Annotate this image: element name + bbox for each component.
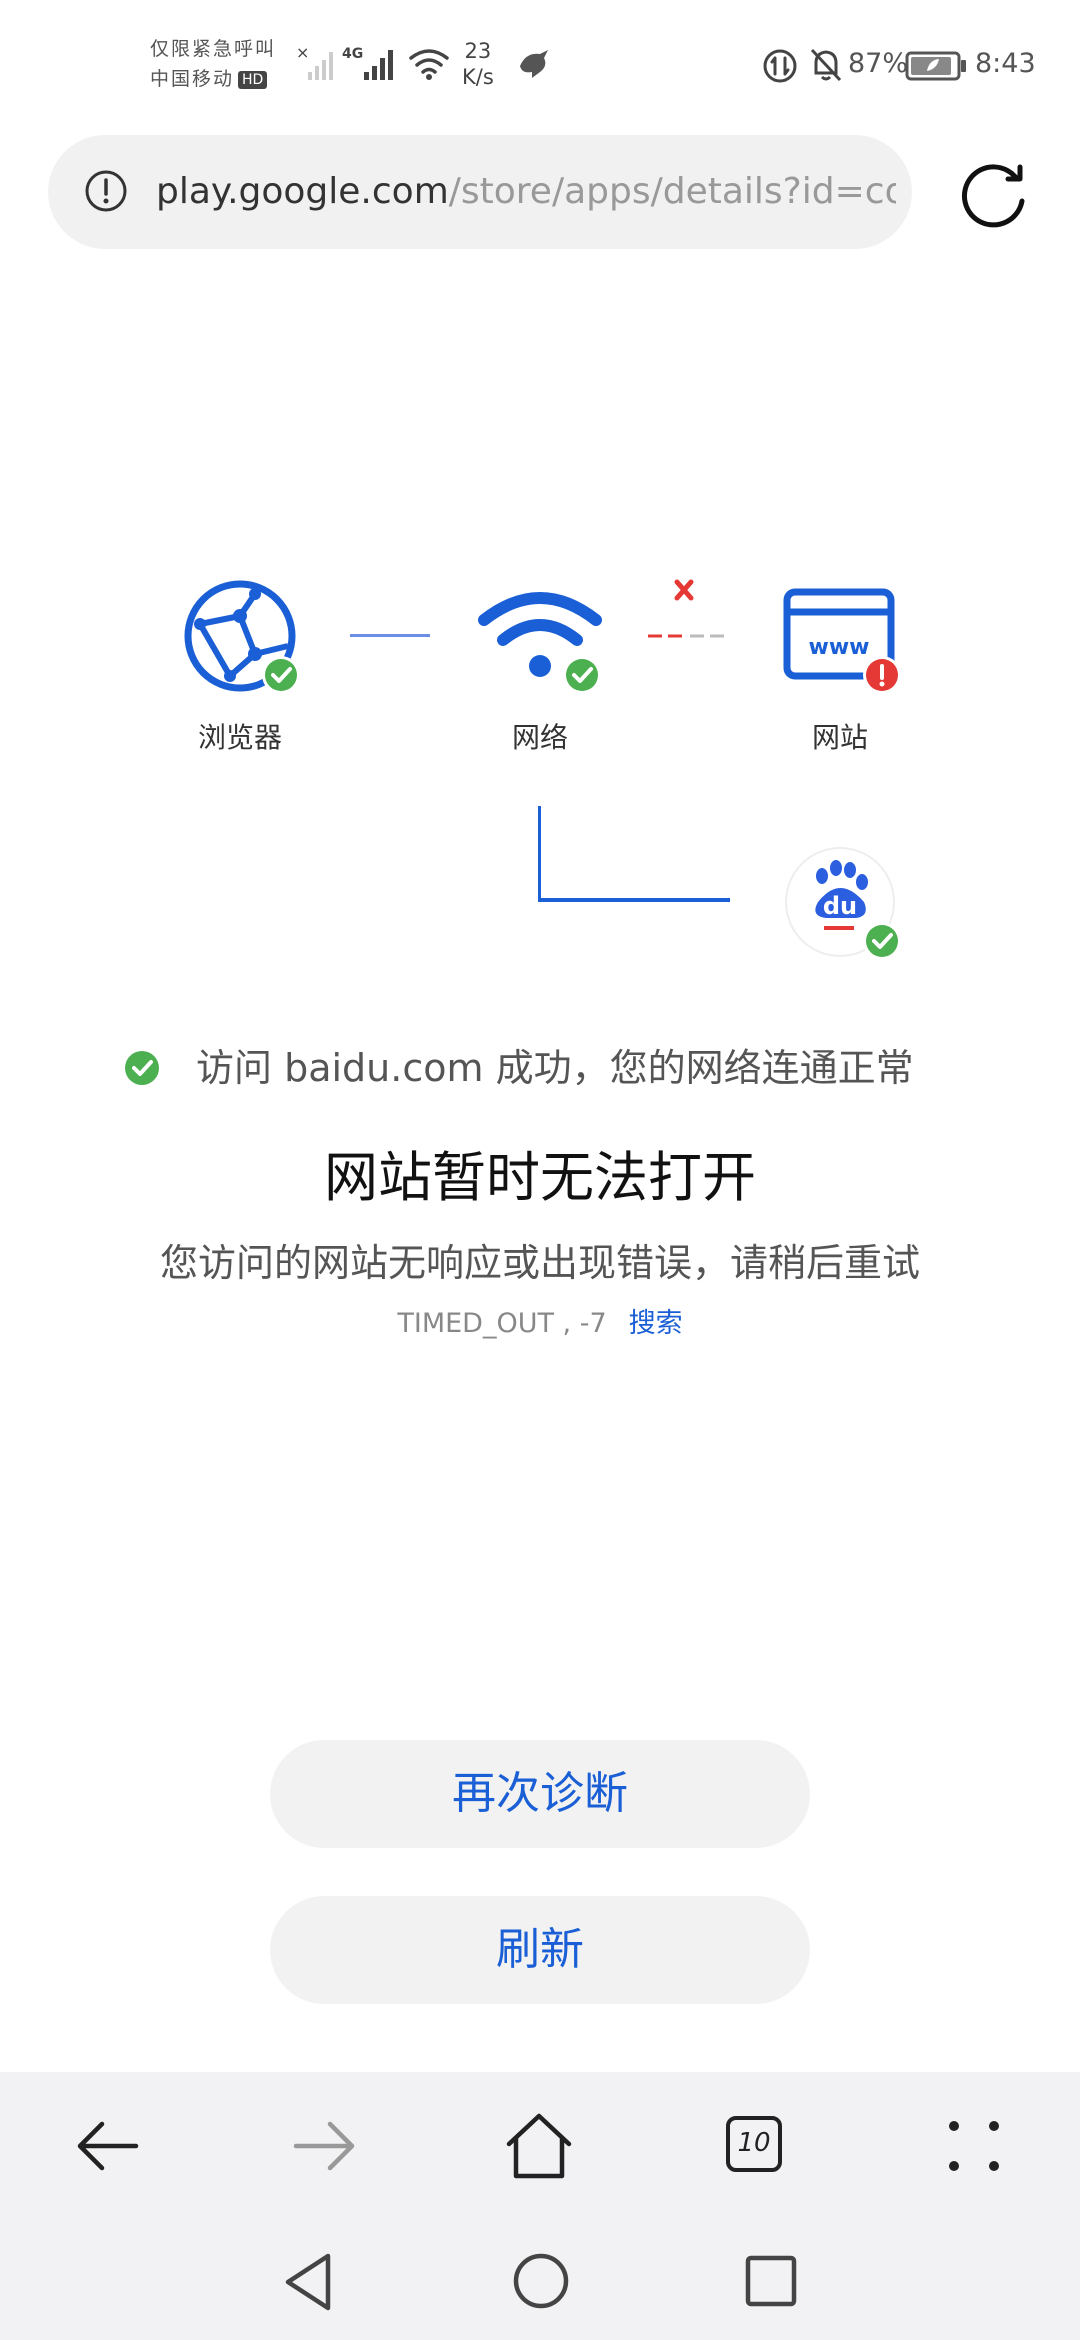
website-label: 网站 bbox=[811, 721, 868, 754]
rediagnose-button[interactable]: 再次诊断 bbox=[270, 1740, 810, 1848]
connector-line-vertical bbox=[538, 806, 541, 902]
battery-percent: 87% bbox=[848, 48, 909, 79]
baidu-logo-text: du bbox=[823, 892, 857, 920]
network-wifi-icon bbox=[478, 592, 602, 694]
app-notification-icon bbox=[520, 50, 548, 78]
carrier-emergency-text: 仅限紧急呼叫 bbox=[150, 38, 277, 60]
success-text: 访问 baidu.com 成功，您的网络连通正常 bbox=[196, 1046, 914, 1090]
status-bar: 仅限紧急呼叫 中国移动 HD × 4G 23 K/s 87% 8:43 bbox=[0, 0, 1080, 130]
carrier-info: 仅限紧急呼叫 中国移动 HD bbox=[150, 34, 276, 94]
error-description: 您访问的网站无响应或出现错误，请稍后重试 bbox=[159, 1241, 920, 1285]
error-code-row: TIMED_OUT , -7 搜索 bbox=[0, 1302, 1080, 1346]
data-saver-icon bbox=[763, 49, 797, 83]
carrier-name: 中国移动 bbox=[150, 68, 235, 90]
home-icon[interactable] bbox=[504, 2112, 574, 2180]
error-code: TIMED_OUT , -7 bbox=[397, 1308, 607, 1339]
signal-4g-icon: 4G bbox=[342, 46, 393, 80]
tab-count: 10 bbox=[737, 2128, 771, 2158]
baidu-icon: du bbox=[785, 847, 901, 960]
nav-recents-icon[interactable] bbox=[744, 2254, 798, 2308]
mute-bell-icon bbox=[810, 48, 842, 82]
reload-icon[interactable] bbox=[960, 157, 1032, 229]
success-check-icon bbox=[125, 1051, 159, 1085]
network-speed-value: 23 bbox=[464, 39, 492, 63]
svg-text:×: × bbox=[296, 44, 309, 62]
carrier-name-row: 中国移动 HD bbox=[150, 64, 276, 94]
search-link[interactable]: 搜索 bbox=[629, 1308, 683, 1339]
connector-line-browser-network bbox=[350, 634, 430, 637]
forward-arrow-icon[interactable] bbox=[292, 2114, 356, 2178]
system-nav-bar bbox=[0, 2220, 1080, 2340]
nav-home-icon[interactable] bbox=[512, 2252, 570, 2310]
url-text[interactable]: play.google.com/store/apps/details?id=co… bbox=[156, 135, 896, 249]
network-speed-unit: K/s bbox=[462, 65, 494, 89]
url-bar[interactable]: play.google.com/store/apps/details?id=co… bbox=[48, 135, 912, 249]
www-text: www bbox=[809, 635, 870, 660]
error-title: 网站暂时无法打开 bbox=[324, 1146, 756, 1209]
tabs-button[interactable]: 10 bbox=[726, 2116, 782, 2172]
browser-icon bbox=[184, 580, 300, 694]
refresh-button[interactable]: 刷新 bbox=[270, 1896, 810, 2004]
browser-label: 浏览器 bbox=[197, 721, 282, 754]
hd-badge: HD bbox=[238, 70, 268, 89]
clock: 8:43 bbox=[975, 48, 1036, 79]
browser-toolbar: 10 bbox=[0, 2072, 1080, 2220]
back-arrow-icon[interactable] bbox=[76, 2114, 140, 2178]
connector-line-horizontal bbox=[538, 898, 730, 902]
wifi-status-icon bbox=[409, 49, 449, 80]
url-path: /store/apps/details?id=com.t bbox=[448, 171, 896, 212]
network-speed: 23 K/s bbox=[462, 38, 494, 90]
url-host: play.google.com bbox=[156, 171, 449, 212]
nav-back-icon[interactable] bbox=[282, 2252, 338, 2312]
info-icon[interactable] bbox=[84, 169, 128, 213]
menu-dots-icon[interactable] bbox=[944, 2116, 1004, 2176]
connectivity-success-message: 访问 baidu.com 成功，您的网络连通正常 bbox=[120, 1040, 980, 1096]
network-label: 网络 bbox=[511, 721, 568, 754]
no-signal-icon: × bbox=[296, 44, 333, 80]
network-type-label: 4G bbox=[342, 46, 363, 62]
connection-failed-icon bbox=[648, 579, 724, 638]
battery-icon bbox=[905, 51, 966, 81]
website-icon: www bbox=[783, 588, 901, 694]
